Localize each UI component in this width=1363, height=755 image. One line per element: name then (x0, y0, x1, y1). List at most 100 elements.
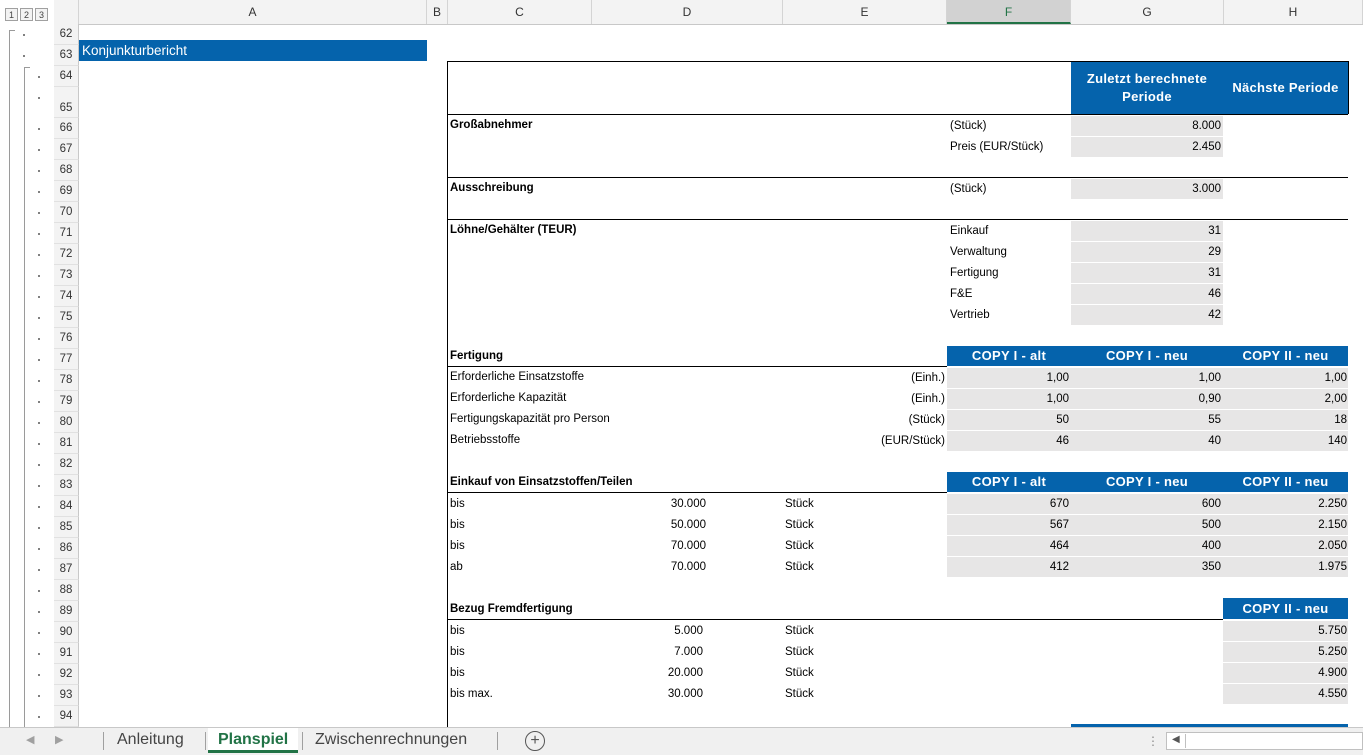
value-grossabnehmer-price[interactable]: 2.450 (1071, 137, 1223, 157)
label-grossabnehmer[interactable]: Großabnehmer (450, 115, 532, 135)
row-header[interactable]: 72 (54, 244, 79, 265)
row-header[interactable]: 93 (54, 685, 79, 706)
row-header[interactable]: 89 (54, 601, 79, 622)
einkauf-row-key[interactable]: bis (450, 494, 465, 514)
fremd-row-qty[interactable]: 20.000 (600, 663, 703, 683)
fertigung-row-label[interactable]: Fertigungskapazität pro Person (450, 409, 610, 429)
row-header[interactable]: 74 (54, 286, 79, 307)
loehne-item-value[interactable]: 42 (1071, 305, 1223, 325)
add-sheet-icon[interactable]: + (525, 731, 545, 751)
row-header[interactable]: 91 (54, 643, 79, 664)
einkauf-row-qty[interactable]: 50.000 (600, 515, 706, 535)
row-header[interactable]: 88 (54, 580, 79, 601)
scrollbar-track[interactable] (1185, 734, 1358, 748)
row-header[interactable]: 73 (54, 265, 79, 286)
einkauf-row-unit[interactable]: Stück (785, 557, 814, 577)
row-header[interactable]: 78 (54, 370, 79, 391)
loehne-item-label[interactable]: Verwaltung (950, 242, 1007, 262)
row-header[interactable]: 81 (54, 433, 79, 454)
fertigung-row-label[interactable]: Erforderliche Kapazität (450, 388, 566, 408)
fremd-row-key[interactable]: bis (450, 663, 465, 683)
tab-planspiel[interactable]: Planspiel (208, 728, 299, 753)
loehne-item-label[interactable]: F&E (950, 284, 972, 304)
einkauf-value[interactable]: 2.150 (1223, 515, 1348, 535)
fremd-row-unit[interactable]: Stück (785, 642, 814, 662)
fremd-value[interactable]: 4.900 (1223, 663, 1348, 683)
fertigung-value[interactable]: 1,00 (947, 368, 1071, 388)
fremd-col-copy2-neu[interactable]: COPY II - neu (1223, 598, 1348, 619)
fertigung-row-label[interactable]: Erforderliche Einsatzstoffe (450, 367, 584, 387)
row-header[interactable]: 92 (54, 664, 79, 685)
column-header-d[interactable]: D (592, 0, 783, 24)
loehne-item-label[interactable]: Vertrieb (950, 305, 990, 325)
value-grossabnehmer-qty[interactable]: 8.000 (1071, 116, 1223, 136)
einkauf-row-qty[interactable]: 30.000 (600, 494, 706, 514)
unit-stueck[interactable]: (Stück) (950, 116, 986, 136)
loehne-item-value[interactable]: 46 (1071, 284, 1223, 304)
scroll-left-icon[interactable]: ◀ (26, 733, 34, 746)
label-fremdfertigung[interactable]: Bezug Fremdfertigung (450, 599, 573, 619)
einkauf-value[interactable]: 1.975 (1223, 557, 1348, 577)
einkauf-value[interactable]: 600 (1071, 494, 1223, 514)
column-header-h[interactable]: H (1224, 0, 1363, 24)
fertigung-value[interactable]: 55 (1071, 410, 1223, 430)
header-next-period[interactable]: Nächste Periode (1223, 62, 1348, 114)
outline-group-bracket[interactable] (24, 67, 30, 728)
einkauf-row-qty[interactable]: 70.000 (600, 557, 706, 577)
row-header[interactable]: 63 (54, 45, 79, 66)
einkauf-row-key[interactable]: bis (450, 536, 465, 556)
fremd-row-qty[interactable]: 30.000 (600, 684, 703, 704)
fertigung-value[interactable]: 1,00 (1223, 368, 1348, 388)
einkauf-value[interactable]: 567 (947, 515, 1071, 535)
fertigung-value[interactable]: 18 (1223, 410, 1348, 430)
column-header-c[interactable]: C (448, 0, 592, 24)
fremd-row-qty[interactable]: 5.000 (600, 621, 703, 641)
row-header[interactable]: 65 (54, 87, 79, 118)
fertigung-col-copy1-alt[interactable]: COPY I - alt (947, 346, 1071, 366)
fertigung-value[interactable]: 40 (1071, 431, 1223, 451)
row-header[interactable]: 75 (54, 307, 79, 328)
einkauf-value[interactable]: 350 (1071, 557, 1223, 577)
einkauf-col-copy1-alt[interactable]: COPY I - alt (947, 472, 1071, 492)
title-cell[interactable]: Konjunkturbericht (82, 41, 187, 61)
einkauf-col-copy1-neu[interactable]: COPY I - neu (1071, 472, 1223, 492)
fremd-row-unit[interactable]: Stück (785, 684, 814, 704)
fertigung-value[interactable]: 46 (947, 431, 1071, 451)
loehne-item-label[interactable]: Einkauf (950, 221, 988, 241)
horizontal-scrollbar[interactable]: ◀ (1166, 732, 1363, 750)
row-header[interactable]: 90 (54, 622, 79, 643)
fertigung-col-copy2-neu[interactable]: COPY II - neu (1223, 346, 1348, 366)
fertigung-row-unit[interactable]: (Einh.) (780, 389, 945, 409)
fremd-row-key[interactable]: bis max. (450, 684, 493, 704)
row-header[interactable]: 64 (54, 66, 79, 87)
einkauf-col-copy2-neu[interactable]: COPY II - neu (1223, 472, 1348, 492)
row-header[interactable]: 86 (54, 538, 79, 559)
fremd-row-qty[interactable]: 7.000 (600, 642, 703, 662)
einkauf-value[interactable]: 412 (947, 557, 1071, 577)
einkauf-row-key[interactable]: ab (450, 557, 463, 577)
loehne-item-label[interactable]: Fertigung (950, 263, 999, 283)
row-header[interactable]: 76 (54, 328, 79, 349)
unit-preis[interactable]: Preis (EUR/Stück) (950, 137, 1043, 157)
row-header[interactable]: 67 (54, 139, 79, 160)
row-header[interactable]: 94 (54, 706, 79, 727)
unit-stueck[interactable]: (Stück) (950, 179, 986, 199)
fertigung-row-label[interactable]: Betriebsstoffe (450, 430, 520, 450)
einkauf-value[interactable]: 2.250 (1223, 494, 1348, 514)
row-header[interactable]: 71 (54, 223, 79, 244)
label-ausschreibung[interactable]: Ausschreibung (450, 178, 534, 198)
column-header-e[interactable]: E (783, 0, 947, 24)
scroll-right-icon[interactable]: ▶ (55, 733, 63, 746)
column-header-f[interactable]: F (947, 0, 1071, 24)
row-header[interactable]: 69 (54, 181, 79, 202)
row-header[interactable]: 66 (54, 118, 79, 139)
row-header[interactable]: 80 (54, 412, 79, 433)
fertigung-row-unit[interactable]: (Einh.) (780, 368, 945, 388)
fertigung-value[interactable]: 50 (947, 410, 1071, 430)
column-header-b[interactable]: B (427, 0, 448, 24)
row-header[interactable]: 77 (54, 349, 79, 370)
einkauf-row-key[interactable]: bis (450, 515, 465, 535)
einkauf-row-qty[interactable]: 70.000 (600, 536, 706, 556)
fremd-row-key[interactable]: bis (450, 642, 465, 662)
einkauf-row-unit[interactable]: Stück (785, 536, 814, 556)
